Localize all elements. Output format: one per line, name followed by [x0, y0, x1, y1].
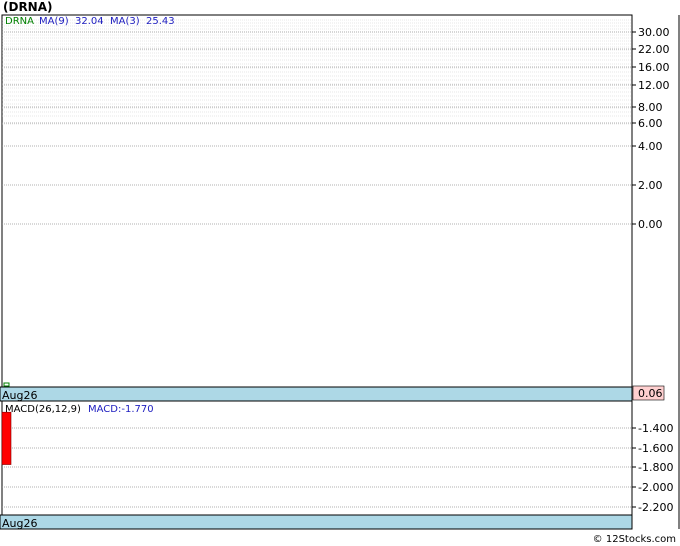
price-date-label: Aug26 [2, 389, 37, 402]
price-tick-label: 12.00 [638, 79, 670, 92]
price-plot-area [1, 14, 633, 388]
macd-tick-label: -1.600 [638, 442, 673, 455]
macd-tick-label: -2.200 [638, 501, 673, 514]
price-tick-label: 2.00 [638, 179, 663, 192]
macd-tick-label: -2.000 [638, 481, 673, 494]
macd-date-label: Aug26 [2, 517, 37, 530]
price-tick-label: 30.00 [638, 26, 670, 39]
macd-tick-label: -1.400 [638, 422, 673, 435]
macd-tick-label: -1.800 [638, 461, 673, 474]
stock-chart: 30.00 22.00 16.00 12.00 8.00 6.00 4.00 2.00 0.00… [0, 14, 680, 530]
price-legend-item: MA(9) [39, 16, 69, 27]
price-legend-item: DRNA [5, 16, 34, 27]
price-tick-label: 0.00 [638, 218, 663, 231]
macd-legend-item: MACD(26,12,9) [5, 404, 81, 415]
macd-legend-item: MACD:-1.770 [88, 404, 154, 415]
price-legend-item: 32.04 [75, 16, 104, 27]
macd-plot-area [1, 400, 633, 516]
price-tick-label: 16.00 [638, 61, 670, 74]
price-legend-item: MA(3) [110, 16, 140, 27]
price-tick-label: 6.00 [638, 117, 663, 130]
price-tick-label: 22.00 [638, 43, 670, 56]
macd-bar [1, 411, 12, 465]
price-tick-label: 4.00 [638, 140, 663, 153]
price-tick-label: 8.00 [638, 101, 663, 114]
macd-date-bar [0, 514, 633, 530]
price-legend-item: 25.43 [146, 16, 175, 27]
price-date-bar [0, 386, 633, 402]
last-value-label: 0.06 [638, 387, 663, 400]
copyright-text: © 12Stocks.com [592, 534, 676, 545]
